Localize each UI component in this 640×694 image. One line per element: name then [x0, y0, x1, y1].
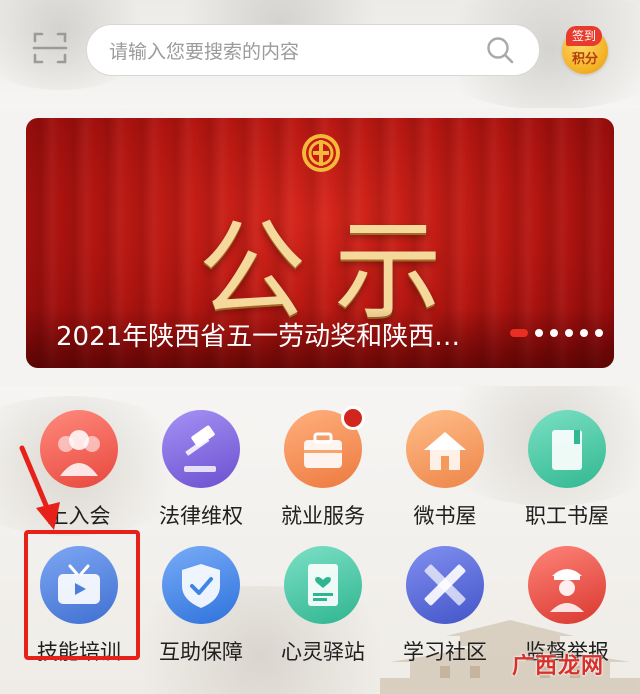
gavel-icon-bg — [162, 410, 240, 488]
grid-item-label: 就业服务 — [281, 504, 365, 528]
grid-item-legal-rights[interactable]: 法律维权 — [143, 396, 259, 536]
search-bar[interactable]: 请输入您要搜索的内容 — [86, 24, 540, 76]
heart-note-icon-bg — [284, 546, 362, 624]
gavel-icon — [184, 425, 216, 472]
union-emblem-icon — [302, 134, 340, 172]
points-label: 积分 — [571, 52, 598, 67]
grid-item-label: 法律维权 — [159, 504, 243, 528]
grid-item-mutual-aid[interactable]: 互助保障 — [143, 532, 259, 672]
carousel-dot[interactable] — [535, 329, 543, 337]
grid-item-worker-bookhouse[interactable]: 职工书屋 — [509, 396, 625, 536]
watermark-text: 广西龙网 — [512, 654, 605, 679]
grid-item-label: 职工书屋 — [525, 504, 609, 528]
grid-item-study-community[interactable]: 学习社区 — [387, 532, 503, 672]
banner-carousel[interactable]: 公示 2021年陕西省五一劳动奖和陕西… — [26, 118, 614, 368]
notification-dot — [341, 406, 365, 430]
scan-icon[interactable] — [32, 30, 68, 66]
grid-item-heart-station[interactable]: 心灵驿站 — [265, 532, 381, 672]
shield-check-icon-bg — [162, 546, 240, 624]
house-icon — [424, 432, 466, 470]
watermark: 广西龙网 — [512, 648, 604, 680]
carousel-dot[interactable] — [595, 329, 603, 337]
carousel-indicator — [510, 329, 603, 337]
grid-item-label: 互助保障 — [159, 640, 243, 664]
red-arrow-icon — [19, 445, 60, 530]
book-icon-bg — [528, 410, 606, 488]
book-icon — [552, 430, 582, 470]
grid-item-micro-bookhouse[interactable]: 微书屋 — [387, 396, 503, 536]
carousel-dot[interactable] — [550, 329, 558, 337]
grid-item-label: 微书屋 — [413, 504, 477, 528]
heart-note-icon — [308, 564, 338, 606]
carousel-dot-active[interactable] — [510, 329, 528, 337]
grid-item-label: 心灵驿站 — [281, 640, 365, 664]
inspector-icon — [550, 569, 584, 612]
shield-check-icon — [182, 564, 220, 608]
signin-badge: 签到 — [566, 26, 603, 46]
ruler-pencil-icon-bg — [406, 546, 484, 624]
grid-item-employment[interactable]: 就业服务 — [265, 396, 381, 536]
house-icon-bg — [406, 410, 484, 488]
banner-title[interactable]: 2021年陕西省五一劳动奖和陕西… — [56, 316, 496, 353]
highlight-frame — [24, 530, 140, 660]
signin-points-button[interactable]: 签到 积分 — [562, 26, 608, 74]
search-icon[interactable] — [485, 35, 515, 65]
search-input[interactable]: 请输入您要搜索的内容 — [109, 37, 485, 64]
carousel-dot[interactable] — [565, 329, 573, 337]
inspector-icon-bg — [528, 546, 606, 624]
carousel-dot[interactable] — [580, 329, 588, 337]
ruler-pencil-icon — [424, 564, 466, 606]
grid-item-label: 学习社区 — [403, 640, 487, 664]
top-header: 请输入您要搜索的内容 签到 积分 — [0, 0, 640, 108]
